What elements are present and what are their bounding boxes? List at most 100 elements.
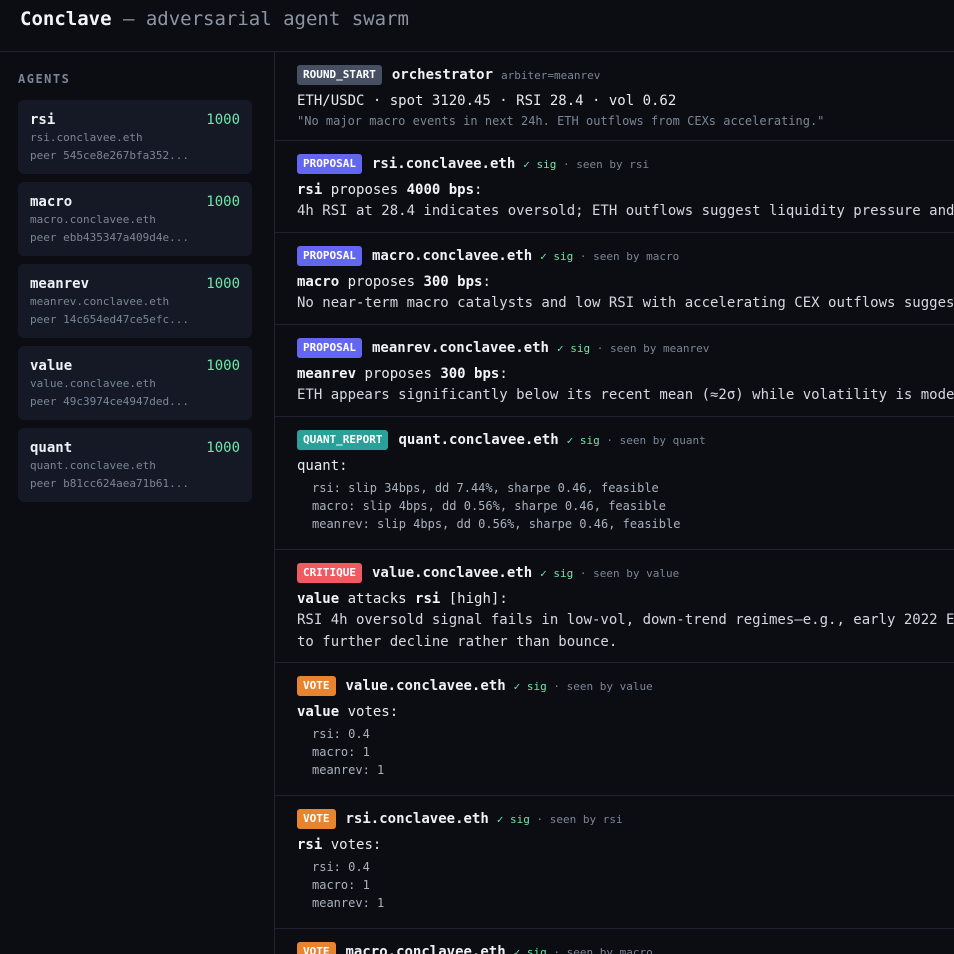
agent-ens: rsi.conclavee.eth xyxy=(30,131,143,144)
agent-card-quant[interactable]: quant 1000 quant.conclavee.eth peer b81c… xyxy=(18,428,252,502)
entry-actor: value.conclavee.eth xyxy=(371,565,533,581)
feed-entry-vote: VOTE rsi.conclavee.eth ✓ sig · seen by r… xyxy=(275,796,954,929)
agent-ref: value xyxy=(297,591,340,607)
agent-name: value xyxy=(30,358,73,374)
vote-line: rsi: 0.4 xyxy=(312,860,370,874)
quant-report-badge: QUANT_REPORT xyxy=(297,430,389,450)
agent-ref: rsi xyxy=(297,837,323,853)
arbiter-meta: arbiter=meanrev xyxy=(501,68,601,82)
critique-target: rsi xyxy=(415,591,441,607)
agent-score: 1000 xyxy=(206,276,240,292)
agent-score: 1000 xyxy=(206,440,240,456)
critique-text-cont: to further decline rather than bounce. xyxy=(297,634,618,650)
vote-badge: VOTE xyxy=(297,809,336,829)
proposal-text: ETH appears significantly below its rece… xyxy=(297,387,954,403)
agent-name: macro xyxy=(30,194,73,210)
feed-entry-vote: VOTE value.conclavee.eth ✓ sig · seen by… xyxy=(275,663,954,796)
agents-sidebar: AGENTS rsi 1000 rsi.conclavee.eth peer 5… xyxy=(0,52,275,954)
agent-peer: peer b81cc624aea71b61... xyxy=(30,477,189,490)
sig-verified: ✓ sig xyxy=(513,945,547,954)
vote-line: macro: 1 xyxy=(312,745,370,759)
event-feed: ROUND_START orchestrator arbiter=meanrev… xyxy=(275,52,954,954)
quant-metrics: rsi: slip 34bps, dd 7.44%, sharpe 0.46, … xyxy=(297,479,954,533)
agent-ref: meanrev xyxy=(297,366,357,382)
vote-line: macro: 1 xyxy=(312,878,370,892)
agent-peer: peer 49c3974ce4947ded... xyxy=(30,395,189,408)
agent-ens: meanrev.conclavee.eth xyxy=(30,295,170,308)
critique-badge: CRITIQUE xyxy=(297,563,362,583)
vote-badge: VOTE xyxy=(297,676,336,696)
quant-line: macro: slip 4bps, dd 0.56%, sharpe 0.46,… xyxy=(312,499,667,513)
feed-entry-proposal: PROPOSAL macro.conclavee.eth ✓ sig · see… xyxy=(275,233,954,325)
feed-entry-round-start: ROUND_START orchestrator arbiter=meanrev… xyxy=(275,52,954,141)
agent-score: 1000 xyxy=(206,112,240,128)
quant-label: quant: xyxy=(297,458,348,474)
sig-verified: ✓ sig xyxy=(557,341,591,355)
feed-entry-proposal: PROPOSAL rsi.conclavee.eth ✓ sig · seen … xyxy=(275,141,954,233)
agent-peer: peer ebb435347a409d4e... xyxy=(30,231,189,244)
agent-ref: macro xyxy=(297,274,340,290)
feed-entry-quant-report: QUANT_REPORT quant.conclavee.eth ✓ sig ·… xyxy=(275,417,954,550)
vote-line: meanrev: 1 xyxy=(312,763,385,777)
agent-card-meanrev[interactable]: meanrev 1000 meanrev.conclavee.eth peer … xyxy=(18,264,252,338)
agent-ref: value xyxy=(297,704,340,720)
seen-by: · seen by value xyxy=(546,679,653,693)
seen-by: · seen by meanrev xyxy=(590,341,710,355)
app-title: Conclave xyxy=(20,8,112,30)
critique-text: RSI 4h oversold signal fails in low-vol,… xyxy=(297,612,954,628)
critique-severity: [high]: xyxy=(440,591,508,607)
entry-actor: quant.conclavee.eth xyxy=(398,432,559,448)
agent-card-rsi[interactable]: rsi 1000 rsi.conclavee.eth peer 545ce8e2… xyxy=(18,100,252,174)
agent-ref: rsi xyxy=(297,182,323,198)
seen-by: · seen by rsi xyxy=(556,157,650,171)
feed-entry-proposal: PROPOSAL meanrev.conclavee.eth ✓ sig · s… xyxy=(275,325,954,417)
seen-by: · seen by rsi xyxy=(529,812,623,826)
vote-weights: rsi: 0.4 macro: 1 meanrev: 1 xyxy=(297,858,954,912)
sidebar-title: AGENTS xyxy=(18,72,71,86)
agent-ens: quant.conclavee.eth xyxy=(30,459,156,472)
seen-by: · seen by quant xyxy=(599,433,706,447)
sig-verified: ✓ sig xyxy=(496,812,530,826)
entry-actor: rsi.conclavee.eth xyxy=(345,811,489,827)
agent-score: 1000 xyxy=(206,358,240,374)
vote-badge: VOTE xyxy=(297,942,336,954)
market-line: ETH/USDC · spot 3120.45 · RSI 28.4 · vol… xyxy=(297,93,677,109)
quant-line: rsi: slip 34bps, dd 7.44%, sharpe 0.46, … xyxy=(312,481,659,495)
proposal-badge: PROPOSAL xyxy=(297,246,362,266)
sig-verified: ✓ sig xyxy=(540,566,574,580)
entry-actor: macro.conclavee.eth xyxy=(371,248,533,264)
main-layout: AGENTS rsi 1000 rsi.conclavee.eth peer 5… xyxy=(0,52,954,954)
quant-line: meanrev: slip 4bps, dd 0.56%, sharpe 0.4… xyxy=(312,517,681,531)
round-note: "No major macro events in next 24h. ETH … xyxy=(297,114,825,128)
entry-actor: rsi.conclavee.eth xyxy=(371,156,516,172)
sig-verified: ✓ sig xyxy=(566,433,600,447)
agent-card-value[interactable]: value 1000 value.conclavee.eth peer 49c3… xyxy=(18,346,252,420)
agent-card-macro[interactable]: macro 1000 macro.conclavee.eth peer ebb4… xyxy=(18,182,252,256)
proposal-text: No near-term macro catalysts and low RSI… xyxy=(297,295,954,311)
proposal-bps: 4000 bps xyxy=(406,182,475,198)
app-header: Conclave — adversarial agent swarm xyxy=(0,0,954,52)
sig-verified: ✓ sig xyxy=(540,249,574,263)
proposal-bps: 300 bps xyxy=(440,366,500,382)
agent-name: quant xyxy=(30,440,73,456)
seen-by: · seen by macro xyxy=(573,249,680,263)
agent-peer: peer 14c654ed47ce5efc... xyxy=(30,313,189,326)
agent-name: meanrev xyxy=(30,276,90,292)
proposal-badge: PROPOSAL xyxy=(297,338,362,358)
sig-verified: ✓ sig xyxy=(513,679,547,693)
proposal-text: 4h RSI at 28.4 indicates oversold; ETH o… xyxy=(297,203,954,219)
seen-by: · seen by macro xyxy=(546,945,653,954)
entry-actor: orchestrator xyxy=(391,67,494,83)
vote-line: rsi: 0.4 xyxy=(312,727,370,741)
feed-entry-critique: CRITIQUE value.conclavee.eth ✓ sig · see… xyxy=(275,550,954,663)
feed-entry-vote: VOTE macro.conclavee.eth ✓ sig · seen by… xyxy=(275,929,954,954)
seen-by: · seen by value xyxy=(573,566,680,580)
agent-score: 1000 xyxy=(206,194,240,210)
app-tagline: — adversarial agent swarm xyxy=(111,8,409,30)
entry-actor: meanrev.conclavee.eth xyxy=(371,340,549,356)
agent-ens: value.conclavee.eth xyxy=(30,377,156,390)
agent-ens: macro.conclavee.eth xyxy=(30,213,156,226)
agent-name: rsi xyxy=(30,112,56,128)
agent-peer: peer 545ce8e267bfa352... xyxy=(30,149,189,162)
entry-actor: value.conclavee.eth xyxy=(345,678,506,694)
